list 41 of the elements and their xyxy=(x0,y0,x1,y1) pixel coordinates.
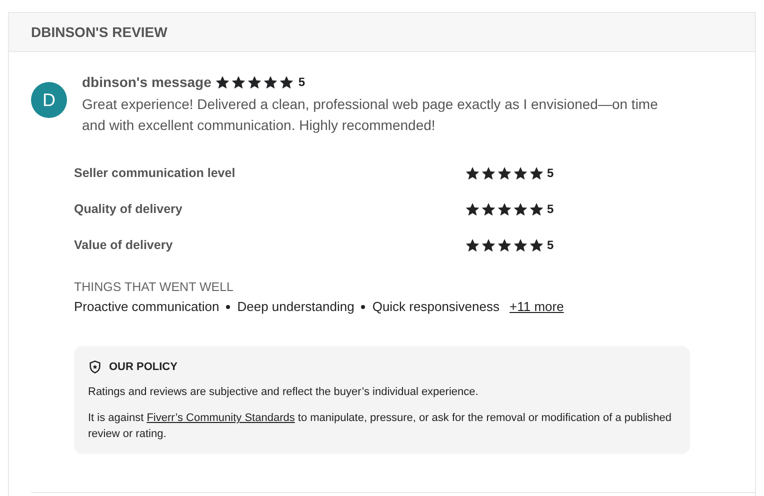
rating-score: 5 xyxy=(547,238,554,252)
review-message: Great experience! Delivered a clean, professional web page exactly as I envisioned—on time and with excellent communication. Highly recommended! xyxy=(82,95,659,135)
policy-text: It is against Fiverr’s Community Standards to manipulate, pressure, or ask for the removal or modification of a published review or rating. xyxy=(88,411,672,442)
star-icon xyxy=(497,166,512,180)
avatar: D xyxy=(31,82,67,118)
star-icon xyxy=(529,202,544,216)
policy-title: OUR POLICY xyxy=(109,361,178,373)
star-icon xyxy=(497,202,512,216)
section-title: DBINSON'S REVIEW xyxy=(31,24,168,40)
rating-label: Quality of delivery xyxy=(74,202,184,216)
more-link[interactable]: +11 more xyxy=(510,299,564,314)
star-icon xyxy=(513,238,528,252)
highlight-tag: Quick responsiveness xyxy=(372,299,500,314)
star-icon xyxy=(481,166,496,180)
star-icon xyxy=(263,74,278,90)
star-icon xyxy=(529,166,544,180)
star-icon xyxy=(481,202,496,216)
highlight-tag: Deep understanding xyxy=(237,299,354,314)
policy-text: Ratings and reviews are subjective and reflect the buyer’s individual experience. xyxy=(88,385,480,400)
star-icon xyxy=(513,166,528,180)
star-icon xyxy=(231,74,246,90)
highlights-title: THINGS THAT WENT WELL xyxy=(74,280,235,294)
star-icon xyxy=(247,74,262,90)
rating-score: 5 xyxy=(298,75,306,89)
star-icon xyxy=(465,238,480,252)
rating-score: 5 xyxy=(547,166,554,180)
star-icon xyxy=(529,238,544,252)
star-icon xyxy=(465,166,480,180)
star-icon xyxy=(279,74,294,90)
author-name: dbinson's message xyxy=(82,74,212,90)
star-icon xyxy=(481,238,496,252)
highlight-tag: Proactive communication xyxy=(74,299,220,314)
shield-icon xyxy=(88,360,102,374)
rating-label: Seller communication level xyxy=(74,166,236,180)
rating-score: 5 xyxy=(547,202,554,216)
star-icon xyxy=(465,202,480,216)
rating-label: Value of delivery xyxy=(74,238,174,252)
community-standards-link[interactable]: Fiverr’s Community Standards xyxy=(146,412,295,424)
star-icon xyxy=(497,238,512,252)
star-icon xyxy=(513,202,528,216)
star-icon xyxy=(215,74,230,90)
